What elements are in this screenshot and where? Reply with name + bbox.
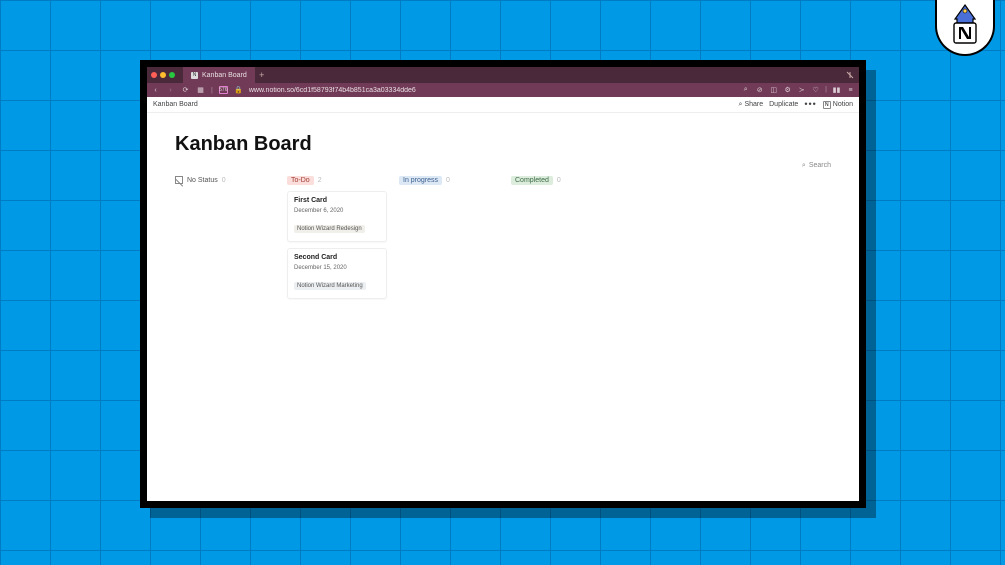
maximize-window-icon[interactable] — [169, 72, 175, 78]
board-search-icon[interactable]: ⌕ — [802, 162, 806, 170]
back-button[interactable]: ‹ — [151, 87, 160, 94]
url-text[interactable]: www.notion.so/6cd1f58793f74b4b851ca3a033… — [249, 87, 735, 94]
notion-logo-icon: N — [823, 101, 831, 109]
column-label: No Status — [187, 177, 218, 184]
column-inprogress: In progress 0 — [399, 176, 499, 305]
tab-title: Kanban Board — [202, 72, 247, 79]
notion-top-bar: Kanban Board ⌕Share Duplicate ••• NNotio… — [147, 97, 859, 113]
card-title: First Card — [294, 197, 380, 204]
column-label: Completed — [511, 176, 553, 185]
minimize-window-icon[interactable] — [160, 72, 166, 78]
column-count: 0 — [557, 177, 561, 184]
new-tab-button[interactable]: + — [255, 67, 269, 83]
close-window-icon[interactable] — [151, 72, 157, 78]
card-date: December 15, 2020 — [294, 265, 380, 271]
url-bar: ‹ › ⟳ ▦ | 576 🔒 www.notion.so/6cd1f58793… — [147, 83, 859, 97]
card[interactable]: First Card December 6, 2020 Notion Wizar… — [287, 191, 387, 242]
lock-icon[interactable]: 🔒 — [234, 86, 243, 94]
wizard-icon — [945, 3, 985, 47]
column-header-todo[interactable]: To-Do 2 — [287, 176, 387, 185]
column-header-nostatus[interactable]: No Status 0 — [175, 176, 275, 184]
page-title[interactable]: Kanban Board — [175, 133, 831, 156]
column-nostatus: No Status 0 — [175, 176, 275, 305]
wizard-logo-badge — [935, 0, 995, 56]
reload-button[interactable]: ⟳ — [181, 86, 190, 94]
more-menu-icon[interactable]: ••• — [804, 100, 816, 109]
reader-badge-icon[interactable]: 576 — [219, 86, 228, 94]
column-count: 0 — [446, 177, 450, 184]
tab-bar: N Kanban Board + — [147, 67, 859, 83]
url-right-controls: ⌕ ⊘ ◫ ⚙ ≻ ♡ | ▮▮ ≡ — [741, 86, 855, 94]
share-button[interactable]: ⌕Share — [739, 101, 764, 109]
browser-window: N Kanban Board + ‹ › ⟳ ▦ | 576 🔒 www.not… — [140, 60, 866, 508]
traffic-lights[interactable] — [151, 72, 175, 78]
card-tag: Notion Wizard Redesign — [294, 225, 365, 233]
column-todo: To-Do 2 First Card December 6, 2020 Noti… — [287, 176, 387, 305]
search-icon[interactable]: ⌕ — [741, 86, 750, 94]
duplicate-button[interactable]: Duplicate — [769, 101, 798, 108]
page-favicon-icon: N — [191, 72, 198, 79]
battery-icon: ▮▮ — [832, 86, 841, 94]
heart-icon[interactable]: ♡ — [811, 86, 820, 94]
grid-backdrop: N Kanban Board + ‹ › ⟳ ▦ | 576 🔒 www.not… — [0, 0, 1005, 565]
tab-search-icon[interactable] — [845, 70, 855, 80]
empty-box-icon — [175, 176, 183, 184]
card-tag: Notion Wizard Marketing — [294, 282, 366, 290]
column-label: To-Do — [287, 176, 314, 185]
forward-button[interactable]: › — [166, 87, 175, 94]
column-completed: Completed 0 — [511, 176, 611, 305]
breadcrumb[interactable]: Kanban Board — [153, 101, 739, 108]
card-date: December 6, 2020 — [294, 208, 380, 214]
sidebar-toggle-icon[interactable]: ▦ — [196, 86, 205, 94]
column-count: 2 — [318, 177, 322, 184]
board-search-label[interactable]: Search — [809, 162, 831, 170]
gear-icon[interactable]: ⚙ — [783, 86, 792, 94]
share-icon[interactable]: ≻ — [797, 86, 806, 94]
page-content: Kanban Board ⌕ Search No Status 0 To-Do — [147, 113, 859, 501]
menu-icon[interactable]: ≡ — [846, 86, 855, 94]
column-header-completed[interactable]: Completed 0 — [511, 176, 611, 185]
column-header-inprogress[interactable]: In progress 0 — [399, 176, 499, 185]
card-title: Second Card — [294, 254, 380, 261]
column-count: 0 — [222, 177, 226, 184]
browser-tab[interactable]: N Kanban Board — [183, 67, 255, 83]
card[interactable]: Second Card December 15, 2020 Notion Wiz… — [287, 248, 387, 299]
extension-icon[interactable]: ◫ — [769, 86, 778, 94]
notion-link[interactable]: NNotion — [823, 101, 853, 109]
board-columns: No Status 0 To-Do 2 First Card December … — [175, 176, 831, 305]
column-label: In progress — [399, 176, 442, 185]
block-icon[interactable]: ⊘ — [755, 86, 764, 94]
